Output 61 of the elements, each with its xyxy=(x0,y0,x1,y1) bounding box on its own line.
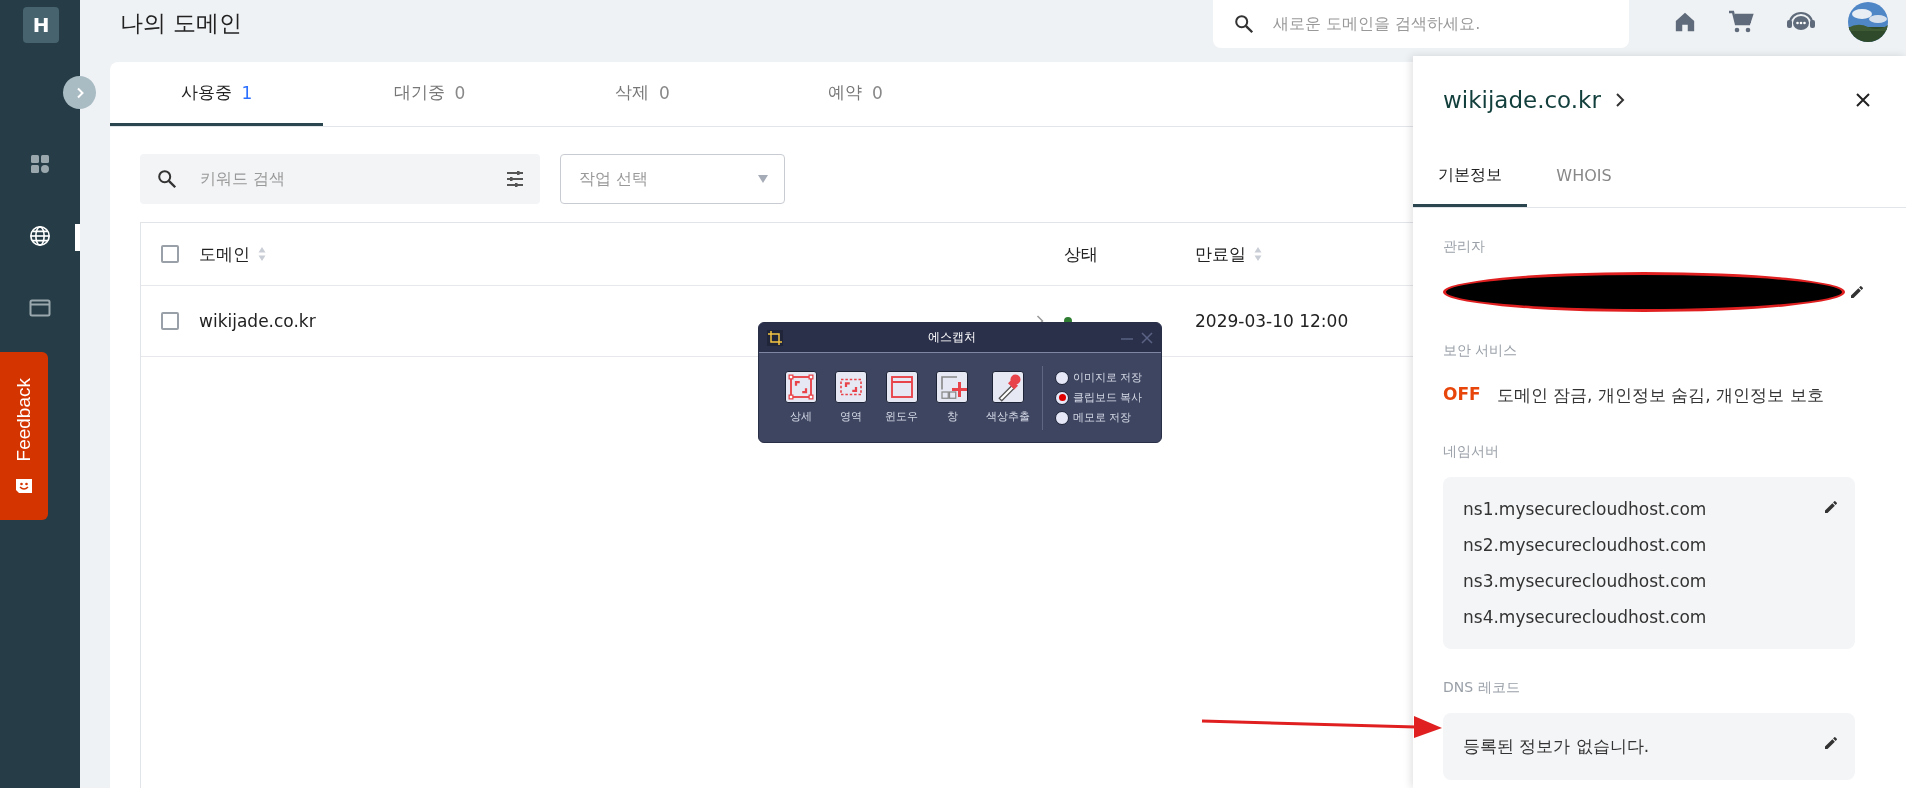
value-text: 등록된 정보가 없습니다. xyxy=(1463,735,1650,758)
region-icon xyxy=(835,371,867,403)
section-label: 네임서버 xyxy=(1443,443,1500,461)
radio-button[interactable] xyxy=(1055,370,1069,385)
dashboard-icon[interactable] xyxy=(30,154,50,174)
status-text: OFF xyxy=(1443,384,1481,406)
capture-tool-button[interactable]: 색상추출 xyxy=(986,371,1030,424)
logo[interactable]: H xyxy=(23,7,59,43)
tab[interactable]: 예약 0 xyxy=(749,62,962,126)
feedback-button[interactable]: Feedback xyxy=(0,352,48,520)
caret-icon xyxy=(758,175,768,183)
tab[interactable]: 삭제 0 xyxy=(536,62,749,126)
capture-tool-button[interactable]: 상세 xyxy=(785,371,817,424)
radio-button[interactable] xyxy=(1055,410,1069,425)
domain-link[interactable]: wikijade.co.kr xyxy=(199,311,316,331)
security-services: 도메인 잠금, 개인정보 숨김, 개인정보 보호 xyxy=(1496,384,1824,407)
capture-tool-button[interactable]: 윈도우 xyxy=(885,371,918,424)
crop-icon xyxy=(767,329,783,346)
chevron-right-icon[interactable] xyxy=(1614,92,1625,108)
home-icon[interactable] xyxy=(1674,11,1696,33)
page-title: 나의 도메인 xyxy=(119,9,244,38)
tab[interactable]: 사용중 1 xyxy=(110,62,323,126)
expand-button[interactable] xyxy=(63,76,96,109)
tab[interactable]: 대기중 0 xyxy=(323,62,536,126)
checkbox[interactable] xyxy=(161,312,179,330)
column-header: 상태 xyxy=(1064,242,1098,266)
filter-icon[interactable] xyxy=(506,171,524,187)
checkbox[interactable] xyxy=(161,245,179,263)
section-label: 보안 서비스 xyxy=(1443,342,1519,360)
window-title: 에스캡처 xyxy=(927,329,977,346)
cart-icon[interactable] xyxy=(1728,10,1754,34)
section-label: DNS 레코드 xyxy=(1443,679,1521,697)
picker-icon xyxy=(992,371,1024,403)
window-icon xyxy=(885,371,918,403)
globe-icon[interactable] xyxy=(29,225,51,247)
pencil-icon[interactable] xyxy=(1823,735,1839,751)
window-icon[interactable] xyxy=(29,298,51,318)
tab[interactable]: WHOIS xyxy=(1527,147,1641,207)
radio-option[interactable]: 클립보드 복사 xyxy=(1055,390,1143,405)
value-text: ns1.mysecurecloudhost.com xyxy=(1463,499,1707,519)
domain-title: wikijade.co.kr xyxy=(1443,87,1601,113)
capture-tool-button[interactable]: 영역 xyxy=(835,371,867,424)
pencil-icon[interactable] xyxy=(1849,284,1865,300)
search-icon xyxy=(1233,13,1255,35)
column-header[interactable]: 도메인 xyxy=(199,242,250,266)
radio-option[interactable]: 이미지로 저장 xyxy=(1055,370,1143,385)
value-text: ns3.mysecurecloudhost.com xyxy=(1463,571,1707,591)
radio-option[interactable]: 메모로 저장 xyxy=(1055,410,1143,425)
pane-icon xyxy=(936,371,968,403)
detail-icon xyxy=(785,371,817,403)
value-text: ns4.mysecurecloudhost.com xyxy=(1463,607,1707,627)
radio-button[interactable] xyxy=(1055,390,1069,405)
capture-tool-button[interactable]: 창 xyxy=(936,371,968,424)
column-header[interactable]: 만료일 xyxy=(1195,242,1246,266)
tab[interactable]: 기본정보 xyxy=(1413,147,1527,207)
pencil-icon[interactable] xyxy=(1823,499,1839,515)
expiry-date: 2029-03-10 12:00 xyxy=(1195,311,1349,331)
value-text: ns2.mysecurecloudhost.com xyxy=(1463,535,1707,555)
section-label: 관리자 xyxy=(1443,238,1486,256)
close-icon[interactable] xyxy=(1856,93,1870,107)
search-icon xyxy=(156,168,178,190)
